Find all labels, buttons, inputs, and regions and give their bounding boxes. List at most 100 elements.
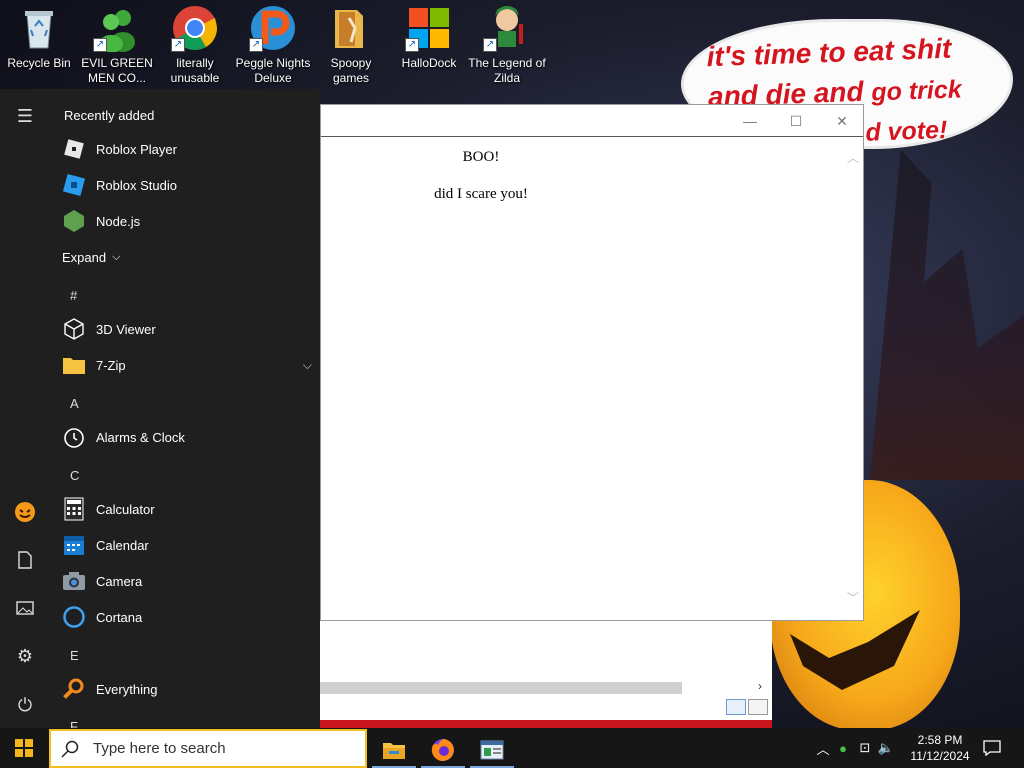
app-item-calendar[interactable]: Calendar (62, 527, 312, 563)
app-label: Calculator (96, 501, 155, 517)
power-icon[interactable]: ⏻ (0, 685, 50, 725)
camera-icon (62, 569, 86, 593)
folder-icon (62, 353, 86, 377)
window-content: BOO! did I scare you! (321, 149, 641, 203)
desktop-icon-literally-unusable[interactable]: ↗ literally unusable (156, 4, 234, 86)
desktop-icon-label: Spoopy games (330, 56, 372, 85)
app-item-roblox-player[interactable]: Roblox Player (62, 131, 312, 167)
taskbar: ︿ ● ⊡ 🔈 2:58 PM 11/12/2024 (0, 728, 1024, 768)
app-item-3d-viewer[interactable]: 3D Viewer (62, 311, 312, 347)
start-rail: ☰ ⚙ ⏻ (0, 89, 50, 729)
pictures-icon[interactable] (0, 588, 50, 628)
window-titlebar[interactable]: — ☐ ✕ (321, 105, 863, 137)
desktop-icon-hallodock[interactable]: ↗ HalloDock (390, 4, 468, 71)
app-window-icon (480, 740, 504, 760)
close-icon[interactable]: ✕ (819, 111, 865, 131)
taskbar-app-window[interactable] (470, 732, 514, 768)
desktop-icon-label: The Legend of Zilda (468, 56, 546, 85)
app-item-roblox-studio[interactable]: Roblox Studio (62, 167, 312, 203)
desktop-icon-label: Peggle Nights Deluxe (235, 56, 311, 85)
system-tray: ︿ ● ⊡ 🔈 (815, 728, 897, 768)
horizontal-scrollbar[interactable] (320, 682, 682, 694)
taskbar-firefox[interactable] (421, 732, 465, 768)
search-input[interactable] (93, 740, 353, 757)
calculator-icon (62, 497, 86, 521)
desktop-icon-label: literally unusable (170, 56, 220, 85)
app-label: Alarms & Clock (96, 429, 185, 445)
roblox-studio-icon (62, 173, 86, 197)
app-item-7zip[interactable]: 7-Zip ⌵ (62, 347, 312, 383)
app-label: Node.js (96, 213, 141, 229)
hamburger-menu-icon[interactable]: ☰ (0, 96, 50, 136)
alarm-clock-icon (62, 425, 86, 449)
section-header-a[interactable]: A (70, 396, 79, 411)
desktop-icon-label: EVIL GREEN MEN CO... (81, 56, 153, 85)
message-window: — ☐ ✕ BOO! did I scare you! ︿ ﹀ (320, 104, 864, 621)
app-label: Roblox Player (96, 141, 177, 157)
app-item-nodejs[interactable]: Node.js (62, 203, 312, 239)
clock-date: 11/12/2024 (910, 749, 970, 763)
desktop-icon-label: Recycle Bin (7, 56, 71, 70)
taskbar-clock[interactable]: 2:58 PM 11/12/2024 (900, 732, 980, 764)
background-window: › (320, 620, 772, 720)
start-button[interactable] (0, 728, 48, 768)
preview-view-icon[interactable] (748, 699, 768, 715)
chevron-down-icon[interactable]: ⌵ (303, 358, 312, 373)
desktop-icon-legend-of-zilda[interactable]: ↗ The Legend of Zilda (468, 4, 546, 86)
section-header-e[interactable]: E (70, 648, 79, 663)
section-header-hash[interactable]: # (70, 288, 77, 303)
app-item-everything[interactable]: Everything (62, 671, 312, 707)
app-label: Calendar (96, 537, 149, 553)
app-item-alarms-clock[interactable]: Alarms & Clock (62, 419, 312, 455)
app-item-cortana[interactable]: Cortana (62, 599, 312, 635)
wallpaper-tree (870, 150, 1024, 480)
desktop-icon-peggle[interactable]: ↗ Peggle Nights Deluxe (234, 4, 312, 86)
app-label: Roblox Studio (96, 177, 177, 193)
maximize-icon[interactable]: ☐ (773, 111, 819, 131)
desktop-icon-recycle-bin[interactable]: Recycle Bin (0, 4, 78, 71)
clock-time: 2:58 PM (917, 733, 963, 747)
app-item-calculator[interactable]: Calculator (62, 491, 312, 527)
minimize-icon[interactable]: — (727, 111, 773, 131)
taskbar-search-box[interactable] (49, 729, 367, 768)
chrome-icon: ↗ (171, 4, 219, 52)
app-label: 7-Zip (96, 357, 126, 373)
recently-added-heading: Recently added (64, 108, 155, 123)
scroll-down-icon[interactable]: ﹀ (847, 589, 859, 606)
app-item-camera[interactable]: Camera (62, 563, 312, 599)
taskbar-file-explorer[interactable] (372, 732, 416, 768)
shortcut-arrow-icon: ↗ (405, 38, 419, 52)
folder-icon (327, 4, 375, 52)
expand-label: Expand (62, 249, 107, 265)
firefox-icon (431, 739, 454, 761)
cube-icon (62, 317, 86, 341)
section-header-c[interactable]: C (70, 468, 79, 483)
peggle-icon: ↗ (249, 4, 297, 52)
window-body-text: did I scare you! (434, 186, 528, 202)
app-label: Camera (96, 573, 143, 589)
windows-logo-icon: ↗ (405, 4, 453, 52)
chevron-up-icon[interactable]: ︿ (815, 739, 831, 758)
documents-icon[interactable] (0, 540, 50, 580)
search-icon (61, 740, 79, 758)
green-men-icon: ↗ (93, 4, 141, 53)
wallpaper-text-line2b: go trick (870, 75, 963, 107)
cortana-icon (62, 605, 86, 629)
desktop-icon-spoopy-games[interactable]: Spoopy games (312, 4, 390, 86)
scroll-right-icon[interactable]: › (758, 679, 762, 693)
user-avatar-icon[interactable] (0, 492, 50, 532)
nodejs-icon (62, 209, 86, 233)
network-icon[interactable]: ⊡ (855, 740, 875, 756)
scroll-up-icon[interactable]: ︿ (847, 149, 859, 166)
shortcut-arrow-icon: ↗ (93, 38, 107, 52)
shortcut-arrow-icon: ↗ (171, 38, 185, 52)
window-heading: BOO! (462, 149, 500, 165)
volume-icon[interactable]: 🔈 (875, 740, 897, 756)
desktop-icon-evil-green-men[interactable]: ↗ EVIL GREEN MEN CO... (78, 4, 156, 86)
details-view-icon[interactable] (726, 699, 746, 715)
green-men-tray-icon[interactable]: ● (831, 741, 855, 756)
settings-gear-icon[interactable]: ⚙ (0, 636, 50, 676)
expand-button[interactable]: Expand ⌵ (62, 239, 312, 275)
magnifier-icon (62, 677, 86, 701)
notification-icon[interactable] (980, 728, 1004, 768)
